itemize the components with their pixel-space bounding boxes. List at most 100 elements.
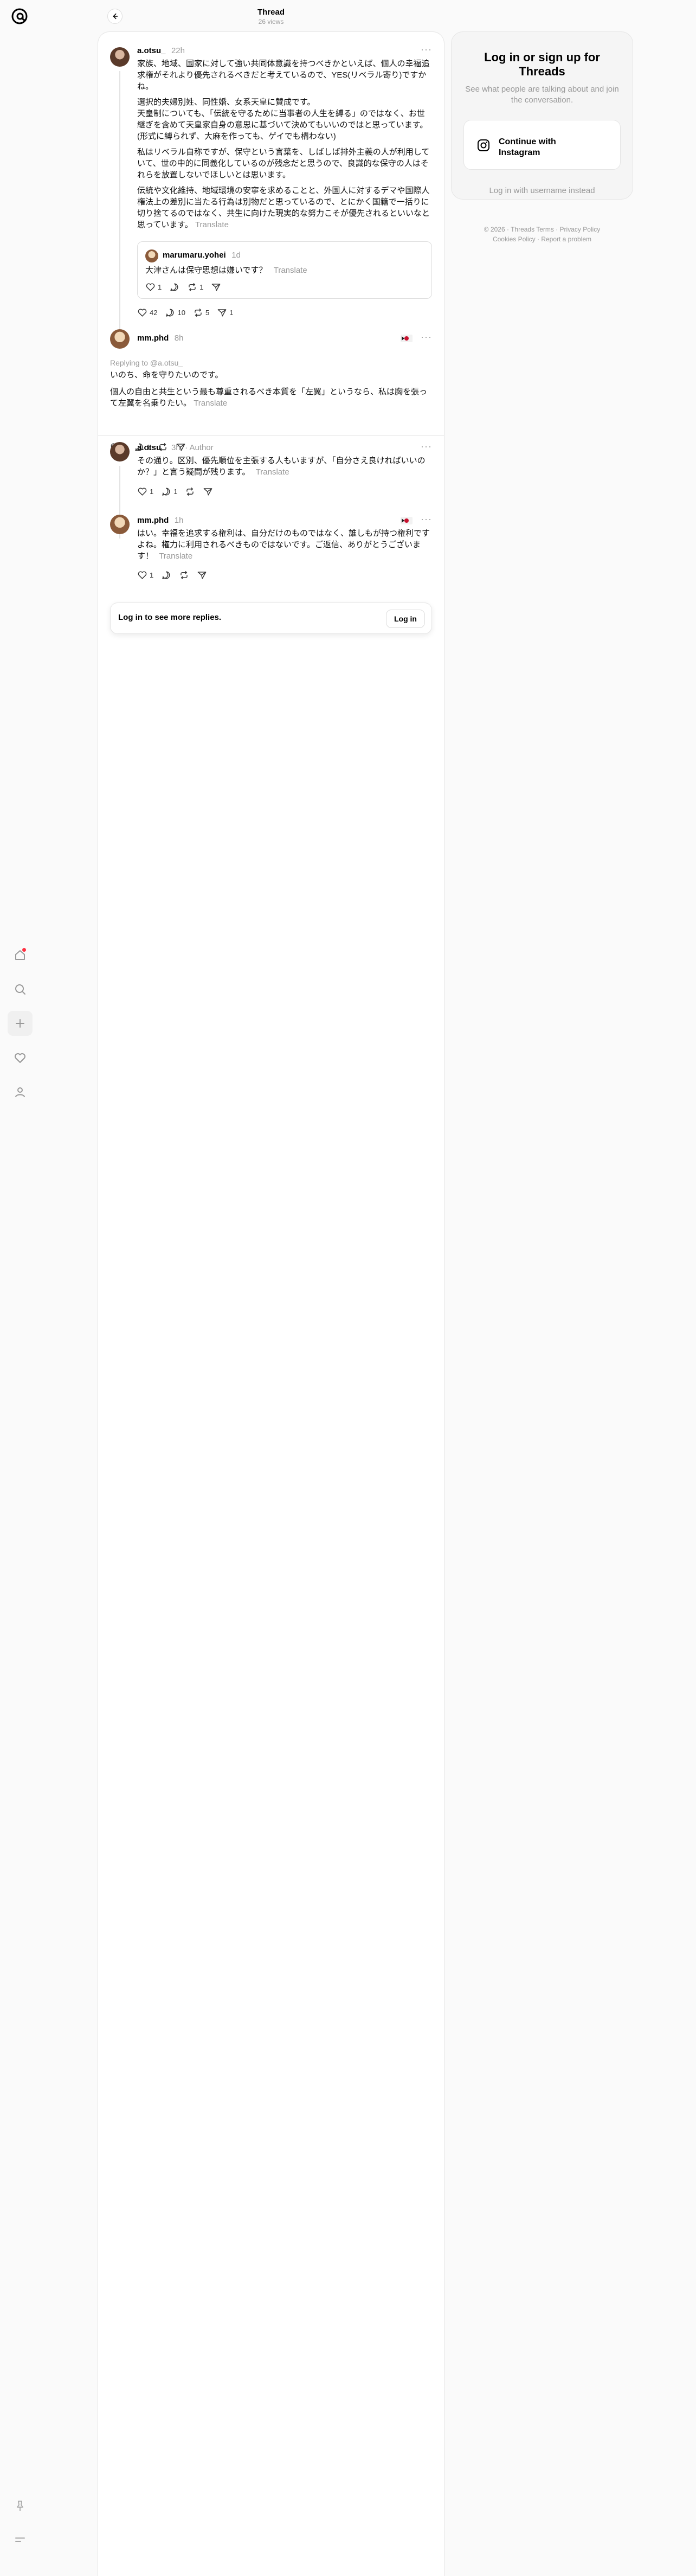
quote-username: marumaru.yohei <box>163 251 226 260</box>
repost-icon <box>181 571 188 580</box>
login-button[interactable]: Log in <box>386 610 425 628</box>
post-paragraph: いのち、命を守りたいのです。 <box>110 370 223 380</box>
share-button[interactable] <box>211 282 221 292</box>
like-count: 1 <box>150 571 154 579</box>
avatar[interactable] <box>110 329 130 349</box>
post-paragraph: 個人の自由と共生という最も尊重されるべき本質を「左翼」というなら、私は胸を張って… <box>110 387 428 408</box>
repost-icon <box>186 487 194 496</box>
translate-link[interactable]: Translate <box>195 220 229 229</box>
continue-with-instagram-button[interactable]: Continue with Instagram <box>463 120 621 170</box>
repost-button[interactable]: 5 <box>193 307 209 318</box>
left-sidebar <box>0 0 41 2576</box>
reply-post: a.otsu_ 3h · Author ··· その通り。区別、優先順位を主張す… <box>110 441 432 539</box>
post-time[interactable]: 8h <box>175 334 184 343</box>
replying-to-label[interactable]: Replying to @a.otsu_ <box>110 358 183 367</box>
view-count: 26 views <box>258 18 284 25</box>
more-options-button[interactable]: ··· <box>421 331 432 343</box>
comment-icon <box>166 309 174 317</box>
post-paragraph: 私はリベラル自称ですが、保守という言葉を、しばしば排外主義の人が利用していて、世… <box>137 148 430 180</box>
translate-link[interactable]: Translate <box>159 552 192 561</box>
more-options-button[interactable]: ··· <box>421 514 432 525</box>
heart-icon <box>138 571 147 579</box>
share-button[interactable] <box>203 486 213 497</box>
plus-icon[interactable] <box>8 1011 33 1036</box>
share-count: 1 <box>229 309 234 317</box>
page-title: Thread <box>257 8 285 17</box>
post-username[interactable]: a.otsu_ <box>137 46 166 55</box>
send-icon <box>217 309 227 317</box>
more-options-button[interactable]: ··· <box>421 441 432 452</box>
thread-header: Thread 26 views <box>98 0 444 31</box>
login-card-title: Log in or sign up for Threads <box>484 50 600 78</box>
reply-button[interactable] <box>161 570 171 580</box>
like-button[interactable]: 42 <box>137 307 157 318</box>
translate-link[interactable]: Translate <box>194 399 227 408</box>
reply-post: mm.phd 1h ··· はい。幸福を追求する権利は、自分だけのものではなく、… <box>110 514 432 594</box>
post-time[interactable]: 3h <box>171 443 181 452</box>
repost-button[interactable]: 1 <box>187 282 203 292</box>
repost-count: 1 <box>199 283 204 291</box>
post-time[interactable]: 22h <box>171 46 185 55</box>
post-paragraph: 伝統や文化維持、地域環境の安寧を求めることと、外国人に対するデマや国際人権法上の… <box>137 186 430 229</box>
flag-icon <box>401 335 413 342</box>
translate-link[interactable]: Translate <box>274 266 307 275</box>
reply-count: 10 <box>177 309 185 317</box>
quote-text: 大津さんは保守思想は嫌いです？ <box>145 266 267 275</box>
thread-connector <box>119 71 120 336</box>
post-actions: 1 <box>137 570 207 580</box>
username-login-link[interactable]: Log in with username instead <box>452 186 633 195</box>
like-button[interactable]: 1 <box>137 486 153 497</box>
pin-icon[interactable] <box>8 2494 33 2519</box>
post-paragraph: 家族、地域、国家に対して強い共同体意識を持つべきかといえば、個人の幸福追求権がそ… <box>137 59 430 91</box>
repost-count: 5 <box>205 309 210 317</box>
post-username[interactable]: a.otsu_ <box>137 443 166 452</box>
translate-link[interactable]: Translate <box>256 467 289 477</box>
like-button[interactable]: 1 <box>145 282 162 292</box>
person-icon[interactable] <box>8 1080 33 1105</box>
search-icon[interactable] <box>8 977 33 1002</box>
divider <box>98 435 444 436</box>
more-options-button[interactable]: ··· <box>421 44 432 55</box>
send-icon <box>197 572 207 579</box>
post-username[interactable]: mm.phd <box>137 334 169 343</box>
post-actions: 1 1 <box>137 486 213 497</box>
send-icon <box>204 488 212 496</box>
avatar <box>145 249 158 262</box>
avatar[interactable] <box>110 47 130 67</box>
avatar[interactable] <box>110 515 130 534</box>
author-tag: · Author <box>185 443 214 452</box>
quoted-post[interactable]: marumaru.yohei 1d 大津さんは保守思想は嫌いです？ Transl… <box>137 241 432 299</box>
thread-feed: a.otsu_ 22h ··· 家族、地域、国家に対して強い共同体意識を持つべき… <box>98 31 444 2576</box>
login-banner: Log in to see more replies. Log in <box>110 603 432 634</box>
repost-button[interactable] <box>185 486 195 497</box>
avatar[interactable] <box>110 442 130 462</box>
heart-icon <box>138 309 147 317</box>
comment-icon <box>170 283 178 291</box>
home-icon[interactable] <box>8 943 33 967</box>
notification-dot <box>22 948 26 952</box>
heart-icon <box>146 283 155 291</box>
flag-icon <box>401 517 413 524</box>
share-button[interactable]: 1 <box>217 307 233 318</box>
quote-actions: 1 1 <box>145 282 221 292</box>
repost-button[interactable] <box>179 570 189 580</box>
threads-logo-icon[interactable] <box>10 7 29 26</box>
like-button[interactable]: 1 <box>137 570 153 580</box>
login-banner-label: Log in to see more replies. <box>118 613 222 622</box>
repost-icon <box>195 308 202 317</box>
repost-icon <box>189 283 196 292</box>
heart-icon <box>138 488 147 496</box>
heart-icon[interactable] <box>8 1046 33 1071</box>
post-username[interactable]: mm.phd <box>137 516 169 525</box>
post-time[interactable]: 1h <box>175 516 184 525</box>
reply-button[interactable]: 10 <box>165 307 185 318</box>
post-paragraph: 選択的夫婦別姓、同性婚、女系天皇に賛成です。 天皇制についても、「伝統を守るため… <box>137 98 428 141</box>
reply-button[interactable]: 1 <box>161 486 177 497</box>
reply-count: 1 <box>173 488 178 496</box>
menu-icon[interactable] <box>8 2527 33 2552</box>
footer-links[interactable]: © 2026 · Threads Terms · Privacy Policy <box>451 225 633 234</box>
footer-links[interactable]: Cookies Policy · Report a problem <box>451 234 633 244</box>
share-button[interactable] <box>197 570 207 580</box>
reply-button[interactable] <box>169 282 179 292</box>
like-count: 1 <box>158 283 162 291</box>
